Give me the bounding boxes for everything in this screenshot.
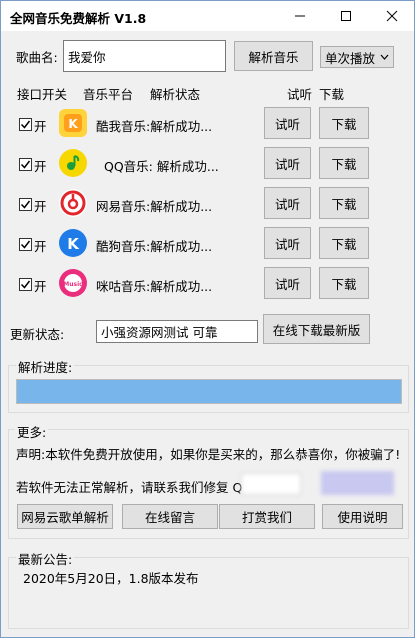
donate-button[interactable]: 打赏我们	[219, 504, 315, 529]
svg-text:K: K	[67, 235, 80, 253]
migu-music-icon: Music	[59, 269, 87, 297]
close-button[interactable]	[369, 1, 415, 31]
announcement-title: 最新公告:	[16, 549, 75, 568]
close-icon	[386, 10, 398, 22]
row-toggle-label: 开	[34, 199, 47, 214]
progress-bar	[16, 379, 402, 404]
header-platform: 音乐平台	[83, 87, 134, 102]
checkmark-icon	[20, 280, 31, 289]
song-name-label: 歌曲名:	[16, 50, 58, 65]
play-mode-select[interactable]: 单次播放	[320, 46, 394, 68]
kugou-music-icon: K	[59, 229, 87, 257]
row-toggle-label: 开	[34, 119, 47, 134]
row-toggle-label: 开	[34, 239, 47, 254]
play-mode-value: 单次播放	[325, 50, 376, 66]
download-button[interactable]: 下载	[319, 227, 369, 259]
chevron-down-icon	[380, 54, 389, 60]
row-status-text: 酷我音乐:解析成功...	[96, 119, 213, 134]
checkmark-icon	[20, 160, 31, 169]
svg-text:K: K	[68, 117, 78, 131]
checkmark-icon	[20, 120, 31, 129]
row-toggle-label: 开	[34, 159, 47, 174]
title-bar: 全网音乐免费解析 V1.8	[1, 1, 414, 31]
row-status-text: 网易音乐:解析成功...	[96, 199, 213, 214]
announcement-text: 2020年5月20日，1.8版本发布	[23, 571, 199, 586]
user-guide-button[interactable]: 使用说明	[322, 504, 403, 529]
row-toggle-checkbox[interactable]	[19, 158, 32, 171]
disclaimer-text: 声明:本软件免费开放使用，如果你是买来的，那么恭喜你，你被骗了!	[16, 447, 401, 462]
svg-text:Music: Music	[63, 281, 83, 288]
row-status-text: 咪咕音乐:解析成功...	[96, 279, 213, 294]
update-status-label: 更新状态:	[10, 327, 65, 342]
download-button[interactable]: 下载	[319, 187, 369, 219]
blurred-contact-field	[241, 473, 301, 495]
header-status: 解析状态	[150, 87, 201, 102]
download-button[interactable]: 下载	[319, 147, 369, 179]
listen-button[interactable]: 试听	[264, 107, 311, 139]
more-title: 更多:	[15, 422, 49, 441]
update-status-field: 小强资源网测试 可靠	[96, 320, 258, 343]
download-button[interactable]: 下载	[319, 267, 369, 299]
kuwo-music-icon: K	[59, 109, 87, 137]
listen-button[interactable]: 试听	[264, 227, 311, 259]
row-toggle-checkbox[interactable]	[19, 238, 32, 251]
row-status-text: QQ音乐: 解析成功...	[104, 159, 219, 174]
download-latest-button[interactable]: 在线下载最新版	[263, 314, 370, 344]
minimize-button[interactable]	[277, 1, 323, 31]
netease-music-icon	[59, 189, 87, 217]
maximize-button[interactable]	[323, 1, 369, 31]
checkmark-icon	[20, 200, 31, 209]
minimize-icon	[295, 15, 305, 17]
checkmark-icon	[20, 240, 31, 249]
row-toggle-checkbox[interactable]	[19, 198, 32, 211]
listen-button[interactable]: 试听	[264, 267, 311, 299]
song-name-input[interactable]: 我爱你	[63, 40, 226, 72]
row-toggle-label: 开	[34, 279, 47, 294]
progress-title: 解析进度:	[16, 357, 75, 376]
row-status-text: 酷狗音乐:解析成功...	[96, 239, 213, 254]
header-download: 下载	[319, 87, 345, 102]
header-listen: 试听	[287, 87, 313, 102]
row-toggle-checkbox[interactable]	[19, 278, 32, 291]
online-message-button[interactable]: 在线留言	[122, 504, 218, 529]
maximize-icon	[341, 11, 351, 21]
progress-fill	[17, 380, 401, 403]
app-window: 全网音乐免费解析 V1.8 歌曲名: 我爱你 解析音乐 单次播放 接口开关 音乐…	[0, 0, 415, 638]
listen-button[interactable]: 试听	[264, 147, 311, 179]
listen-button[interactable]: 试听	[264, 187, 311, 219]
header-toggle: 接口开关	[17, 87, 68, 102]
contact-text: 若软件无法正常解析，请联系我们修复 Q	[16, 480, 243, 495]
window-title: 全网音乐免费解析 V1.8	[10, 11, 147, 26]
parse-music-button[interactable]: 解析音乐	[234, 41, 313, 71]
row-toggle-checkbox[interactable]	[19, 118, 32, 131]
download-button[interactable]: 下载	[319, 107, 369, 139]
netease-playlist-button[interactable]: 网易云歌单解析	[17, 504, 113, 529]
qq-music-icon	[59, 149, 87, 177]
blurred-contact-button	[321, 471, 394, 495]
